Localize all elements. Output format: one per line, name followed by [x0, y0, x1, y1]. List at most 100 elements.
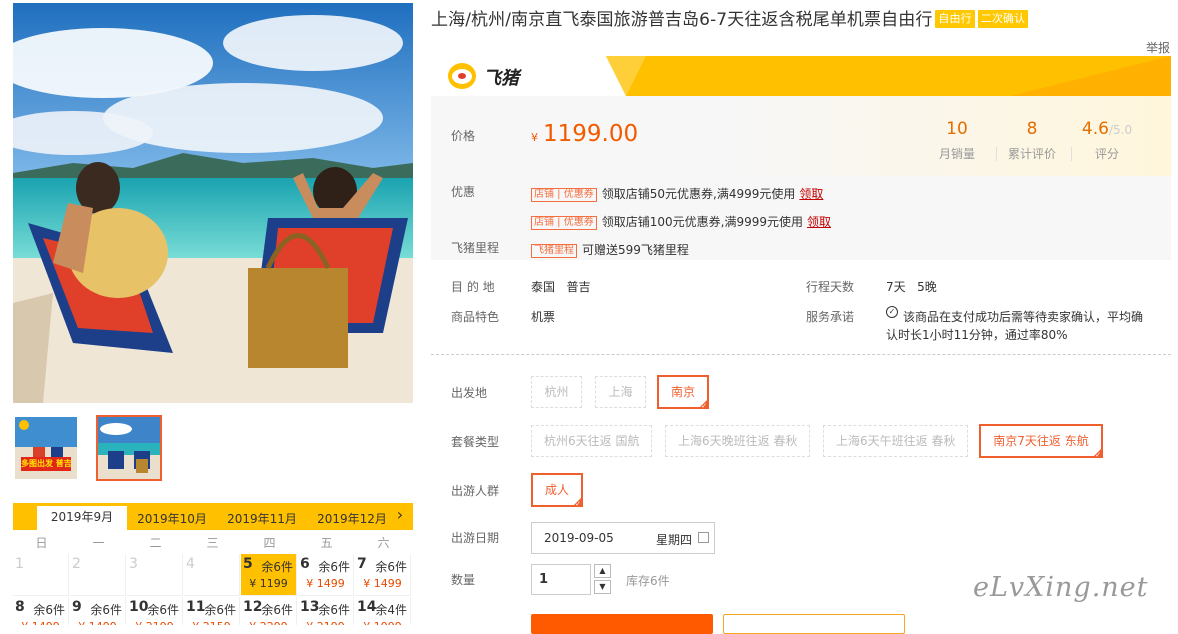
- calendar-day-stock: 余6件: [33, 603, 65, 617]
- calendar-month-tab[interactable]: 2019年11月: [217, 508, 307, 530]
- thumbnail-1[interactable]: 多图出发 普吉双飞自由行: [13, 415, 79, 481]
- coupon-tag: 店铺 | 优惠券: [531, 188, 597, 202]
- calendar-day-number: 11: [186, 599, 206, 615]
- calendar-day-number: 10: [129, 599, 149, 615]
- calendar-day-number: 13: [300, 599, 320, 615]
- coupon-text: 领取店铺50元优惠券,满4999元使用: [601, 187, 796, 201]
- product-title: 上海/杭州/南京直飞泰国旅游普吉岛6-7天往返含税尾单机票自由行: [431, 10, 933, 30]
- calendar-month-tab[interactable]: 2019年9月: [37, 506, 127, 530]
- calendar-weekday: 二: [149, 536, 162, 550]
- package-option[interactable]: 上海6天晚班往返 春秋: [665, 425, 810, 457]
- monthly-sales-label: 月销量: [938, 147, 975, 161]
- calendar-weekday: 五: [320, 536, 333, 550]
- calendar-day-number: 8: [15, 599, 25, 615]
- price-currency: ¥: [531, 131, 538, 144]
- calendar-day-stock: 余6件: [261, 603, 293, 617]
- quantity-decrease-button[interactable]: ▼: [594, 580, 611, 594]
- calendar-day-cell[interactable]: 8 余6件 ¥ 1499: [13, 597, 69, 625]
- coupon-row: 店铺 | 优惠券 领取店铺100元优惠券,满9999元使用 领取: [531, 211, 831, 230]
- package-option-selected[interactable]: 南京7天往返 东航: [979, 424, 1103, 460]
- add-to-cart-button[interactable]: [723, 614, 905, 634]
- buy-now-button[interactable]: [531, 614, 713, 634]
- calendar-day-cell[interactable]: 6 余6件 ¥ 1499: [298, 554, 354, 596]
- service-label: 服务承诺: [806, 310, 855, 324]
- service-text-line1: 该商品在支付成功后需等待卖家确认，平均确: [903, 310, 1144, 324]
- miles-text: 可赠送599飞猪里程: [582, 243, 689, 257]
- calendar-day-stock: 余4件: [375, 603, 407, 617]
- rating-label: 评分: [1094, 147, 1119, 161]
- calendar-day-price: ¥ 2199: [127, 620, 182, 625]
- quantity-increase-button[interactable]: ▲: [594, 564, 611, 578]
- calendar-month-tab[interactable]: 2019年10月: [127, 508, 217, 530]
- claim-coupon-link[interactable]: 领取: [799, 187, 823, 201]
- calendar-day-stock: 余6件: [375, 560, 407, 574]
- rating-max: /5.0: [1108, 123, 1133, 137]
- calendar-day-cell[interactable]: 13余6件 ¥ 2199: [298, 597, 354, 625]
- calendar-day-cell[interactable]: 14余4件 ¥ 1999: [355, 597, 411, 625]
- coupon-text: 领取店铺100元优惠券,满9999元使用: [601, 215, 803, 229]
- calendar-weekday: 三: [206, 536, 219, 550]
- calendar-day-cell: 4: [184, 554, 240, 596]
- brand-name: 飞猪: [483, 68, 519, 89]
- calendar-day-price: ¥ 1999: [355, 620, 410, 625]
- calendar-day-stock: 余6件: [318, 603, 350, 617]
- calendar-day-number: 6: [300, 556, 310, 572]
- calendar-day-stock: 余6件: [318, 560, 350, 574]
- calendar-day-price: ¥ 2299: [241, 620, 296, 625]
- travel-date-picker[interactable]: 2019-09-05 星期四: [531, 522, 715, 554]
- calendar-day-cell[interactable]: 9 余6件 ¥ 1499: [70, 597, 126, 625]
- package-option[interactable]: 上海6天午班往返 春秋: [823, 425, 968, 457]
- calendar-day-number: 2: [72, 556, 81, 572]
- thumbnail-2[interactable]: [96, 415, 162, 481]
- calendar-day-number: 1: [15, 556, 24, 572]
- promo-panel: 优惠 店铺 | 优惠券 领取店铺50元优惠券,满4999元使用 领取 店铺 | 优惠…: [431, 176, 1171, 260]
- price-label: 价格: [451, 129, 476, 143]
- travel-date-label: 出游日期: [451, 531, 500, 545]
- rating: 4.6/5.0: [1072, 119, 1142, 139]
- fliggy-logo-icon: [448, 63, 476, 89]
- traveler-option-selected[interactable]: 成人: [531, 473, 583, 509]
- calendar-weekday: 六: [377, 536, 390, 550]
- service-text-line2: 认时长1小时11分钟，通过率80%: [886, 328, 1068, 342]
- calendar-day-cell[interactable]: 7 余6件 ¥ 1499: [355, 554, 411, 596]
- promo-label: 优惠: [451, 185, 476, 199]
- calendar-day-cell[interactable]: 5 余6件 ¥ 1199: [241, 554, 297, 596]
- calendar-day-price: ¥ 1199: [249, 577, 288, 590]
- calendar-weekday: 四: [263, 536, 276, 550]
- feature-label: 商品特色: [451, 310, 500, 324]
- tag-badge: 二次确认: [977, 10, 1029, 28]
- thumbnail-badge: 多图出发 普吉双飞自由行: [21, 457, 71, 471]
- calendar-day-number: 14: [357, 599, 377, 615]
- review-count-value: 8: [1026, 119, 1038, 139]
- feature-value: 机票: [531, 310, 556, 324]
- calendar-day-cell[interactable]: 11余6件 ¥ 2159: [184, 597, 240, 625]
- calendar-day-price: ¥ 2159: [184, 620, 239, 625]
- destination-value: 泰国 普吉: [531, 280, 591, 294]
- quantity-input[interactable]: 1: [531, 564, 591, 595]
- coupon-row: 店铺 | 优惠券 领取店铺50元优惠券,满4999元使用 领取: [531, 183, 823, 202]
- departure-option[interactable]: 上海: [595, 376, 646, 408]
- package-option[interactable]: 杭州6天往返 国航: [531, 425, 652, 457]
- calendar-day-number: 9: [72, 599, 82, 615]
- travel-date-value: 2019-09-05: [544, 531, 614, 545]
- calendar-day-cell[interactable]: 10余6件 ¥ 2199: [127, 597, 183, 625]
- report-link[interactable]: 举报: [1146, 39, 1170, 56]
- calendar-day-number: 4: [186, 556, 195, 572]
- calendar-month-tab[interactable]: 2019年12月: [307, 508, 397, 530]
- calendar-day-stock: 余6件: [90, 603, 122, 617]
- chevron-right-icon[interactable]: ›: [391, 505, 409, 524]
- calendar-weekday: 一: [92, 536, 105, 550]
- departure-option-selected[interactable]: 南京: [657, 375, 709, 411]
- departure-label: 出发地: [451, 386, 488, 400]
- calendar-month-tabs: 2019年9月 2019年10月 2019年11月 2019年12月 ›: [13, 503, 413, 530]
- package-label: 套餐类型: [451, 435, 500, 449]
- review-count-label[interactable]: 累计评价: [997, 145, 1067, 162]
- calendar-weekday: 日: [35, 536, 48, 550]
- claim-coupon-link[interactable]: 领取: [807, 215, 831, 229]
- trip-days-label: 行程天数: [806, 280, 855, 294]
- traveler-label: 出游人群: [451, 484, 500, 498]
- calendar-day-cell[interactable]: 12余6件 ¥ 2299: [241, 597, 297, 625]
- departure-option[interactable]: 杭州: [531, 376, 582, 408]
- quantity-label: 数量: [451, 573, 476, 587]
- calendar-day-number: 3: [129, 556, 138, 572]
